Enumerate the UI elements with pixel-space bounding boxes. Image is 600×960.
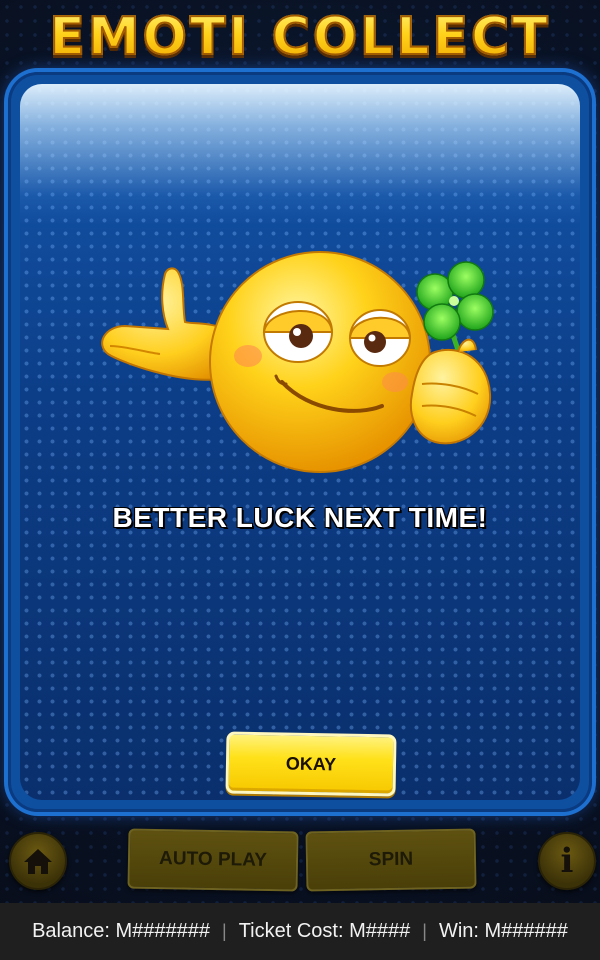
result-message: BETTER LUCK NEXT TIME! xyxy=(112,502,488,533)
win-readout: Win: M###### xyxy=(438,920,568,942)
status-bar: Balance: M####### | Ticket Cost: M#### |… xyxy=(0,903,600,960)
okay-button[interactable]: OKAY xyxy=(225,731,397,797)
spin-button[interactable]: SPIN xyxy=(305,828,477,892)
ticket-cost-readout: Ticket Cost: M#### xyxy=(238,920,411,942)
smiley-with-clover-icon xyxy=(101,251,494,473)
divider: | xyxy=(222,921,227,941)
result-popup-body: BETTER LUCK NEXT TIME! OKAY xyxy=(20,84,580,800)
emoji-illustration xyxy=(90,234,510,484)
divider: | xyxy=(422,921,427,941)
game-title-text: EMOTI COLLECT xyxy=(48,6,551,68)
home-icon xyxy=(24,849,52,874)
game-title: EMOTI COLLECT xyxy=(0,6,600,68)
home-button[interactable] xyxy=(9,832,67,890)
balance-readout: Balance: M####### xyxy=(32,920,211,942)
result-popup: BETTER LUCK NEXT TIME! OKAY xyxy=(8,72,592,812)
info-button[interactable]: i xyxy=(538,832,596,890)
popup-gloss xyxy=(20,84,580,224)
info-icon: i xyxy=(560,841,574,881)
auto-play-button[interactable]: AUTO PLAY xyxy=(127,828,299,892)
game-screen: EMOTI COLLECT BETTER LUCK NEXT TIME! OKA… xyxy=(0,0,600,960)
